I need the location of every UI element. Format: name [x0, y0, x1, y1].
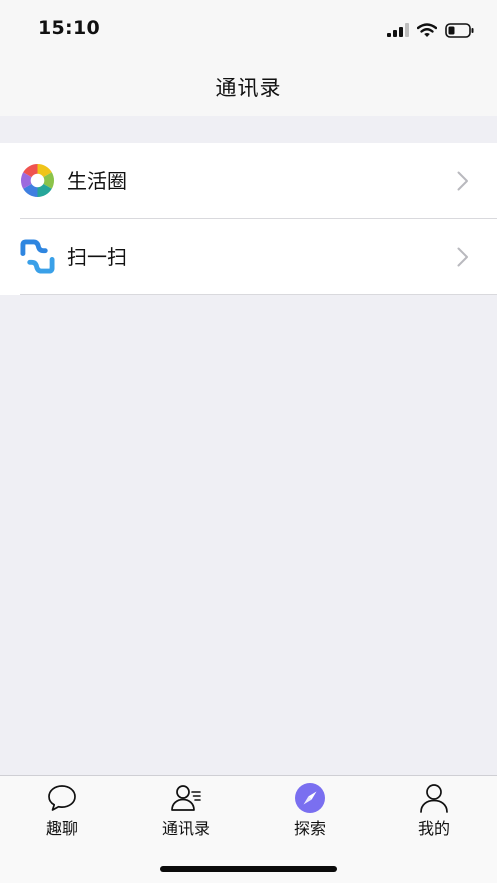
battery-icon — [445, 22, 474, 38]
nav-bar: 通讯录 — [0, 58, 497, 116]
menu-item-label: 生活圈 — [67, 169, 127, 193]
compass-icon — [295, 783, 325, 813]
chevron-right-icon — [457, 247, 468, 267]
menu-item-label: 扫一扫 — [67, 245, 127, 269]
cellular-signal-icon — [387, 23, 409, 37]
menu-item-scan[interactable]: 扫一扫 — [0, 219, 497, 295]
wifi-icon — [417, 22, 437, 37]
contacts-icon — [171, 785, 201, 811]
tab-label: 我的 — [417, 819, 450, 838]
tab-contacts[interactable]: 通讯录 — [124, 782, 248, 842]
tab-label: 通讯录 — [161, 819, 210, 838]
scan-icon — [20, 239, 55, 274]
status-bar: 15:10 — [0, 0, 497, 58]
tab-chat[interactable]: 趣聊 — [0, 782, 124, 842]
tab-label: 探索 — [293, 819, 326, 838]
home-indicator[interactable] — [160, 866, 337, 872]
tab-label: 趣聊 — [45, 819, 78, 838]
tab-explore[interactable]: 探索 — [248, 782, 372, 842]
status-time: 15:10 — [38, 17, 100, 39]
chat-bubble-icon — [48, 785, 76, 811]
tab-me[interactable]: 我的 — [372, 782, 496, 842]
menu-item-moments[interactable]: 生活圈 — [0, 143, 497, 219]
aperture-icon — [20, 163, 55, 198]
menu-list: 生活圈 扫一扫 — [0, 143, 497, 295]
chevron-right-icon — [457, 171, 468, 191]
status-icons — [387, 20, 475, 40]
divider — [20, 294, 497, 295]
page-title: 通讯录 — [215, 76, 282, 100]
person-icon — [420, 784, 448, 813]
